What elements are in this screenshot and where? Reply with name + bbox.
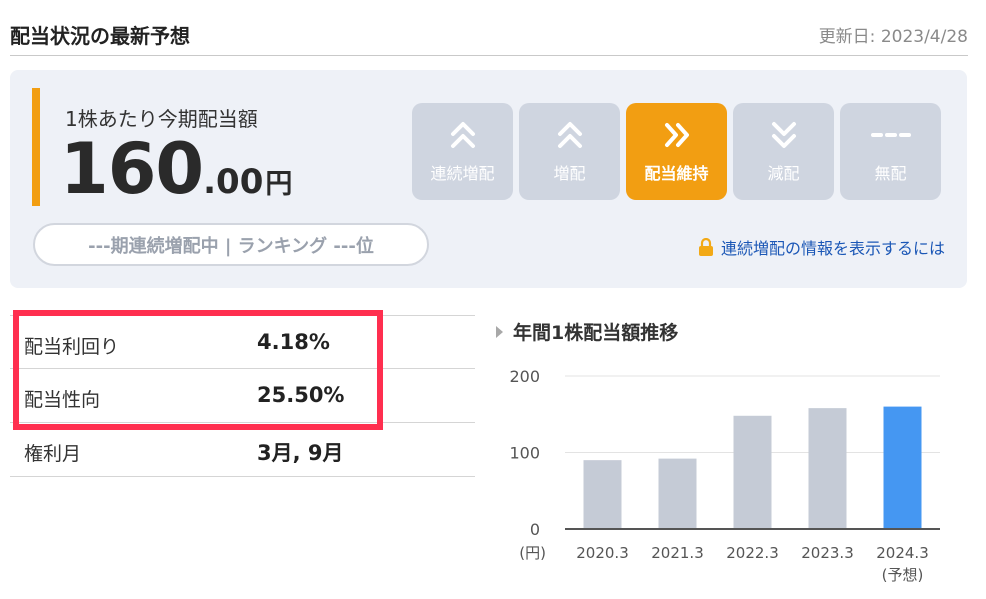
status-button-consecutive-increase[interactable]: 連続増配: [412, 103, 513, 200]
double-chevron-right-icon: [662, 120, 692, 154]
x-tick-sublabel: (予想): [882, 566, 924, 584]
x-tick-label: 2022.3: [726, 544, 779, 562]
lock-link-text: 連続増配の情報を表示するには: [720, 239, 945, 258]
dividend-amount-integer: 160: [60, 128, 204, 210]
section-title: 配当状況の最新予想: [10, 24, 190, 48]
bar: [808, 408, 847, 529]
x-tick-label: 2024.3: [876, 544, 929, 562]
triangle-right-icon: [496, 325, 503, 338]
dividend-amount-unit: 円: [265, 169, 293, 200]
status-button-label: 連続増配: [430, 163, 495, 183]
lock-icon: [698, 238, 713, 256]
y-tick-label: 0: [530, 520, 540, 539]
bar: [883, 406, 922, 529]
dividend-amount: 160.00円: [60, 128, 292, 210]
status-button-no-dividend[interactable]: 無配: [840, 103, 941, 200]
bar: [733, 415, 772, 529]
dividend-amount-decimal: .00: [203, 162, 264, 202]
status-button-increase[interactable]: 増配: [519, 103, 620, 200]
double-chevron-up-icon: [450, 120, 476, 154]
status-button-maintain[interactable]: 配当維持: [626, 103, 727, 200]
consecutive-increase-ranking: ---期連続増配中 | ランキング ---位: [33, 223, 429, 266]
annual-dividend-chart: 0 100 200 (円) 2020.3 2021.3 2022.3 2023.3 2024.3…: [509, 367, 940, 584]
accent-bar: [32, 88, 40, 206]
status-button-decrease[interactable]: 減配: [733, 103, 834, 200]
lock-info-link[interactable]: 連続増配の情報を表示するには: [698, 235, 945, 259]
double-chevron-down-icon: [771, 120, 797, 154]
highlight-box: [13, 310, 383, 430]
stat-value: 3月, 9月: [257, 441, 344, 465]
section-header: 配当状況の最新予想 更新日: 2023/4/28: [10, 18, 968, 56]
double-chevron-up-icon: [557, 120, 583, 154]
chart-title: 年間1株配当額推移: [496, 318, 678, 345]
stat-row-record-month: 権利月 3月, 9月: [10, 423, 475, 477]
bar: [583, 460, 622, 529]
y-tick-label: 100: [509, 444, 540, 463]
bar: [658, 458, 697, 529]
updated-date: 更新日: 2023/4/28: [818, 27, 968, 47]
stat-label: 権利月: [24, 443, 82, 465]
x-tick-label: 2021.3: [651, 544, 704, 562]
x-tick-label: 2023.3: [801, 544, 854, 562]
status-button-label: 増配: [553, 163, 586, 183]
dashes-icon: [870, 120, 911, 154]
y-unit-label: (円): [519, 544, 546, 562]
y-tick-label: 200: [509, 367, 540, 386]
status-button-label: 配当維持: [644, 163, 709, 183]
chart-title-text: 年間1株配当額推移: [513, 322, 679, 344]
status-button-label: 無配: [874, 163, 907, 183]
x-tick-label: 2020.3: [576, 544, 629, 562]
dividend-summary-panel: 1株あたり今期配当額 160.00円 連続増配 増配 配当維持 減配 無配 --…: [10, 70, 967, 288]
dividend-status-buttons: 連続増配 増配 配当維持 減配 無配: [412, 103, 941, 200]
status-button-label: 減配: [767, 163, 800, 183]
